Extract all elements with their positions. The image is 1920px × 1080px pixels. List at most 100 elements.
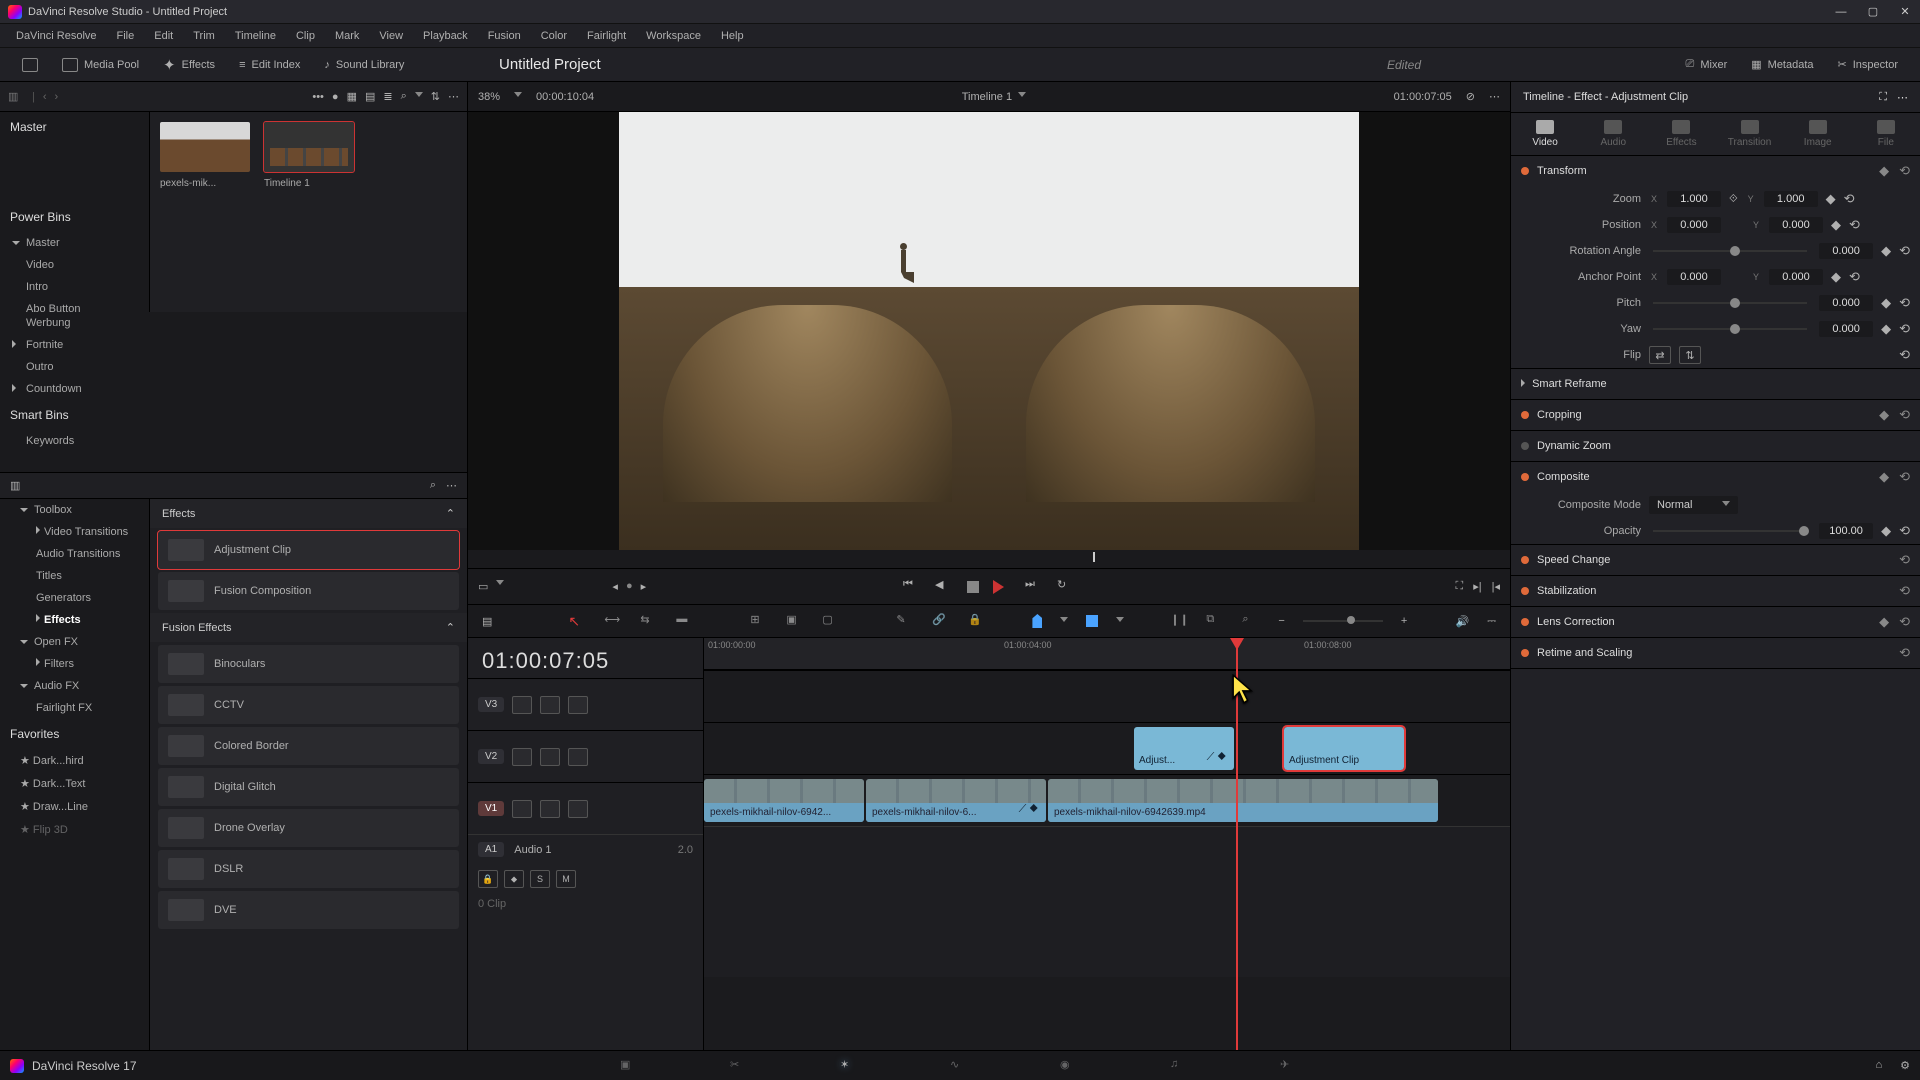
menu-item[interactable]: File <box>107 30 145 42</box>
timeline-ruler[interactable]: 01:00:00:00 01:00:04:00 01:00:08:00 <box>704 638 1510 670</box>
viewer-canvas[interactable] <box>619 112 1359 550</box>
composite-mode-dropdown[interactable]: Normal <box>1649 496 1738 514</box>
mixer-toggle[interactable]: ⎚Mixer <box>1674 58 1740 71</box>
timeline-name[interactable]: Timeline 1 <box>962 91 1012 103</box>
track-disable[interactable] <box>568 748 588 766</box>
track-v2-selector[interactable]: V2 <box>478 749 504 764</box>
tile-view-icon[interactable]: ▤ <box>365 90 375 103</box>
section-transform[interactable]: Transform <box>1537 165 1587 177</box>
timeline-thumb[interactable]: Timeline 1 <box>264 122 354 302</box>
section-speed[interactable]: Speed Change <box>1537 554 1610 566</box>
trim-tool[interactable]: ⟷ <box>604 613 622 629</box>
cut-page-button[interactable]: ✂ <box>730 1058 750 1074</box>
bin-item[interactable]: Master <box>0 232 149 254</box>
clip-adjustment-1[interactable]: Adjust... ⟋ ◆ <box>1134 727 1234 770</box>
fusion-page-button[interactable]: ∿ <box>950 1058 970 1074</box>
blade-tool[interactable]: ▬ <box>676 613 694 629</box>
track-a1-row[interactable] <box>704 827 1510 887</box>
go-out-icon[interactable]: ▸| <box>1473 580 1481 593</box>
section-lens-correction[interactable]: Lens Correction <box>1537 616 1615 628</box>
yaw-slider[interactable] <box>1653 328 1807 330</box>
play-button[interactable] <box>993 580 1011 594</box>
viewer-mode-icon[interactable]: ▭ <box>478 580 488 593</box>
bin-view-icon[interactable]: ▥ <box>8 90 24 104</box>
fairlight-page-button[interactable]: ♫ <box>1170 1058 1190 1074</box>
reset-icon[interactable]: ⟲ <box>1849 269 1860 285</box>
flip-v-button[interactable]: ⇅ <box>1679 346 1701 364</box>
yaw-value[interactable]: 0.000 <box>1819 321 1873 337</box>
menu-item[interactable]: Mark <box>325 30 369 42</box>
reset-icon[interactable]: ⟲ <box>1849 217 1860 233</box>
flip-h-button[interactable]: ⇄ <box>1649 346 1671 364</box>
reset-icon[interactable]: ⟲ <box>1899 163 1910 179</box>
timeline-view-options[interactable]: ▤ <box>482 615 492 628</box>
more-icon[interactable]: ⋯ <box>448 90 459 103</box>
track-v2-row[interactable]: Adjust... ⟋ ◆ Adjustment Clip <box>704 722 1510 774</box>
keyframe-icon[interactable]: ◆ <box>1831 217 1841 233</box>
selection-tool[interactable]: ↖ <box>568 613 586 629</box>
project-settings-button[interactable]: ⚙ <box>1900 1059 1910 1072</box>
dynamic-trim-tool[interactable]: ⇆ <box>640 613 658 629</box>
track-v3-row[interactable] <box>704 670 1510 722</box>
sound-library-toggle[interactable]: ♪Sound Library <box>312 59 416 71</box>
reset-icon[interactable]: ⟲ <box>1899 243 1910 259</box>
bin-item[interactable]: Keywords <box>0 430 467 452</box>
collapse-icon[interactable]: ⌃ <box>446 621 455 634</box>
audio-lock[interactable]: 🔒 <box>478 870 498 888</box>
pitch-value[interactable]: 0.000 <box>1819 295 1873 311</box>
bin-item[interactable]: Intro <box>0 276 149 298</box>
inspector-toggle[interactable]: ✂Inspector <box>1826 58 1910 71</box>
menu-item[interactable]: Workspace <box>636 30 711 42</box>
fx-tree-item[interactable]: Generators <box>0 587 149 609</box>
audio-meter-icon[interactable]: 🔊 <box>1456 615 1470 628</box>
audio-solo[interactable]: S <box>530 870 550 888</box>
zoom-in-icon[interactable]: + <box>1401 615 1407 627</box>
track-auto-select[interactable] <box>540 748 560 766</box>
track-v1-row[interactable]: pexels-mikhail-nilov-6942... pexels-mikh… <box>704 774 1510 826</box>
audio-mute[interactable]: M <box>556 870 576 888</box>
clip-video-2[interactable]: pexels-mikhail-nilov-6... ⟋ ◆ <box>866 779 1046 822</box>
pitch-slider[interactable] <box>1653 302 1807 304</box>
section-retime[interactable]: Retime and Scaling <box>1537 647 1632 659</box>
prev-edit-icon[interactable]: ◂ <box>612 580 618 593</box>
edit-page-button[interactable]: ✶ <box>840 1058 860 1074</box>
fx-item[interactable]: Digital Glitch <box>158 768 459 806</box>
audio-arm[interactable]: ⬥ <box>504 870 524 888</box>
keyframe-icon[interactable]: ◆ <box>1831 269 1841 285</box>
deliver-page-button[interactable]: ✈ <box>1280 1058 1300 1074</box>
zoom-out-icon[interactable]: − <box>1278 615 1284 627</box>
search-icon[interactable]: ⌕ <box>401 90 407 103</box>
fx-item[interactable]: DVE <box>158 891 459 929</box>
stop-button[interactable] <box>967 581 979 593</box>
bin-item[interactable]: Video <box>0 254 149 276</box>
fx-fav-item[interactable]: ★ Draw...Line <box>0 795 149 818</box>
more-icon[interactable]: ⋯ <box>1897 91 1908 104</box>
timeline-timecode[interactable]: 01:00:07:05 <box>468 638 703 678</box>
fx-item[interactable]: CCTV <box>158 686 459 724</box>
bypass-icon[interactable]: ⊘ <box>1466 90 1475 103</box>
track-auto-select[interactable] <box>540 696 560 714</box>
flag-marker[interactable] <box>1032 614 1042 628</box>
fx-fav-item[interactable]: ★ Flip 3D <box>0 818 149 841</box>
opacity-slider[interactable] <box>1653 530 1807 532</box>
menu-item[interactable]: Fusion <box>478 30 531 42</box>
fx-item[interactable]: Colored Border <box>158 727 459 765</box>
fx-tree-item[interactable]: Video Transitions <box>0 521 149 543</box>
keyframe-icon[interactable]: ◆ <box>1879 163 1889 179</box>
link-icon[interactable]: 🔗 <box>932 613 950 629</box>
lock-icon[interactable]: 🔒 <box>968 613 986 629</box>
collapse-icon[interactable]: ⌃ <box>446 507 455 520</box>
more-icon[interactable]: ⋯ <box>446 479 457 492</box>
keyframe-icon[interactable]: ◆ <box>1881 243 1891 259</box>
fx-fav-item[interactable]: ★ Dark...hird <box>0 749 149 772</box>
reset-icon[interactable]: ⟲ <box>1899 321 1910 337</box>
jog-bar-position[interactable] <box>1093 552 1095 562</box>
reset-icon[interactable]: ⟲ <box>1899 347 1910 363</box>
fx-tree-audiofx[interactable]: Audio FX <box>0 675 149 697</box>
fx-tree-item[interactable]: Audio Transitions <box>0 543 149 565</box>
track-v3-selector[interactable]: V3 <box>478 697 504 712</box>
media-clip-thumb[interactable]: pexels-mik... <box>160 122 250 302</box>
zoom-y-value[interactable]: 1.000 <box>1764 191 1818 207</box>
track-lock[interactable] <box>512 748 532 766</box>
nav-fwd[interactable]: › <box>55 91 59 103</box>
